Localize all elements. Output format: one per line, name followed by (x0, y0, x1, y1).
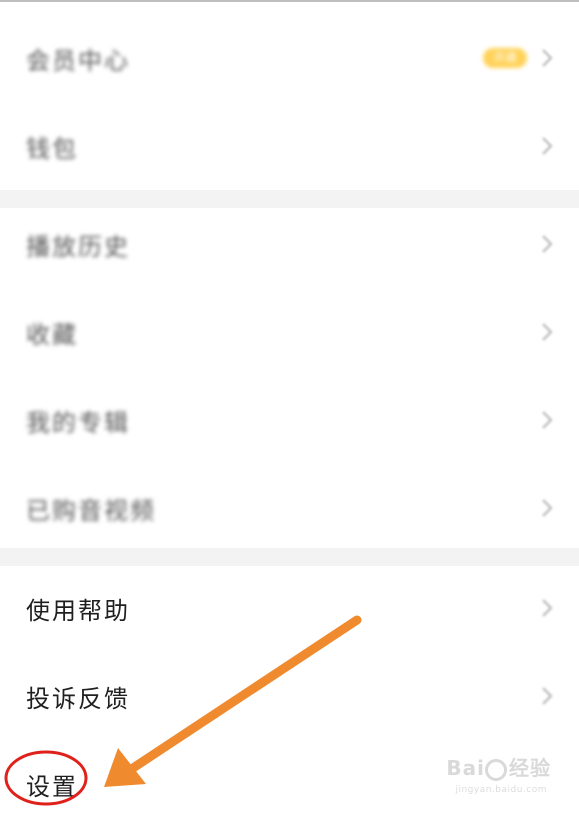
menu-item-wallet[interactable]: 钱包 (0, 102, 579, 190)
watermark-brand: Bai (446, 756, 485, 780)
chevron-right-icon (542, 687, 553, 705)
menu-item-label: 已购音视频 (26, 496, 156, 525)
menu-item-label: 收藏 (26, 320, 78, 349)
settings-menu-page: 会员中心 开通 钱包 播放历史 收藏 我的专辑 已购音视频 使用帮助 投诉反馈 … (0, 0, 579, 815)
chevron-right-icon (542, 323, 553, 341)
watermark-url: jingyan.baidu.com (455, 785, 547, 795)
menu-item-purchased-media[interactable]: 已购音视频 (0, 464, 579, 552)
menu-item-label: 投诉反馈 (26, 684, 130, 713)
chevron-right-icon (542, 137, 553, 155)
menu-item-label: 会员中心 (26, 46, 130, 75)
menu-item-help[interactable]: 使用帮助 (0, 564, 579, 652)
paw-icon (485, 758, 507, 781)
menu-item-favorites[interactable]: 收藏 (0, 288, 579, 376)
baidu-jingyan-watermark: Bai 经验 (446, 752, 551, 781)
status-badge: 开通 (483, 48, 527, 68)
menu-item-history[interactable]: 播放历史 (0, 200, 579, 288)
watermark-brand-suffix: 经验 (509, 756, 551, 780)
chevron-right-icon (542, 499, 553, 517)
menu-item-label: 钱包 (26, 134, 78, 163)
menu-item-label: 播放历史 (26, 232, 130, 261)
menu-item-vip-center[interactable]: 会员中心 开通 (0, 14, 579, 102)
chevron-right-icon (542, 49, 553, 67)
menu-item-my-albums[interactable]: 我的专辑 (0, 376, 579, 464)
menu-item-label: 我的专辑 (26, 408, 130, 437)
chevron-right-icon (542, 411, 553, 429)
menu-item-feedback[interactable]: 投诉反馈 (0, 652, 579, 740)
chevron-right-icon (542, 235, 553, 253)
top-border (0, 0, 579, 2)
chevron-right-icon (542, 599, 553, 617)
menu-item-label: 使用帮助 (26, 596, 130, 625)
